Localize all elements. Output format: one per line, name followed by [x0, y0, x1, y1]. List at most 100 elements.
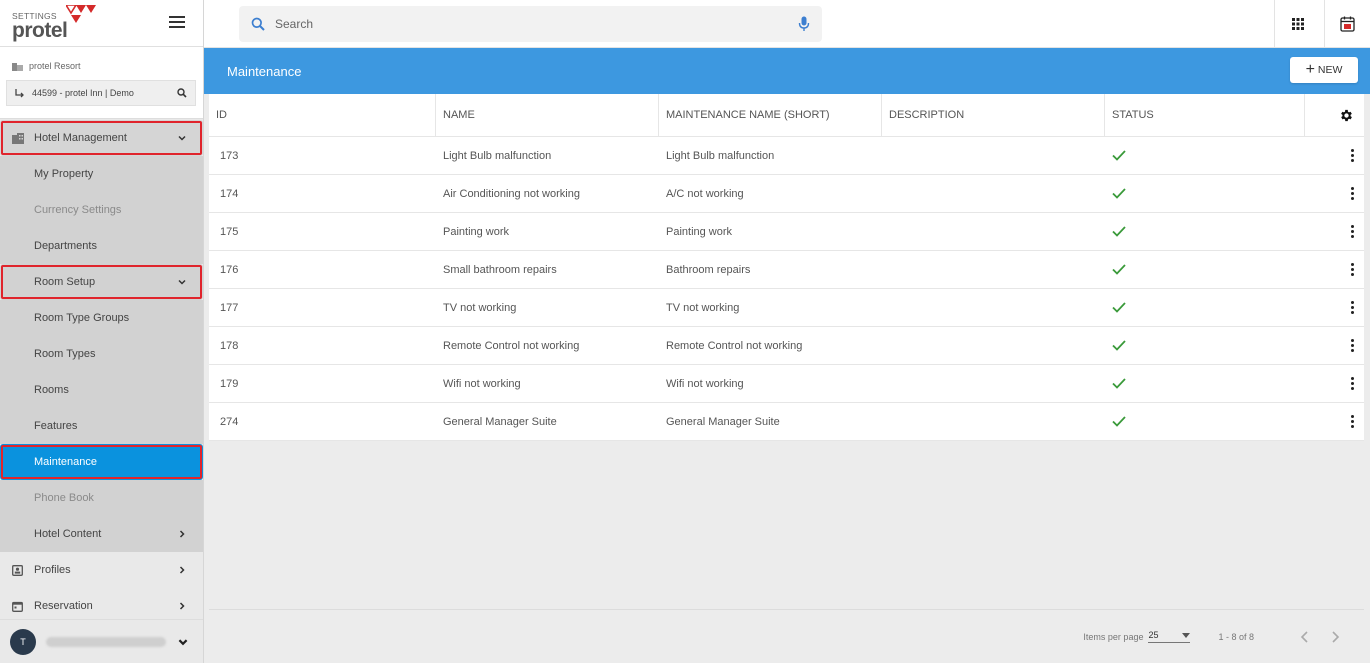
sidebar-item-label: Departments	[34, 240, 97, 252]
apps-grid-icon[interactable]	[1274, 0, 1320, 48]
pagination-bar: Items per page 25 1 - 8 of 8	[209, 609, 1364, 663]
cell-status	[1105, 365, 1305, 402]
more-vert-icon[interactable]	[1350, 224, 1354, 239]
table-row[interactable]: 179 Wifi not working Wifi not working	[209, 365, 1364, 403]
cell-short-name: Bathroom repairs	[666, 263, 751, 276]
cell-id: 179	[220, 377, 239, 390]
column-header-description[interactable]: DESCRIPTION	[882, 94, 1105, 136]
maintenance-table: ID NAME MAINTENANCE NAME (SHORT) DESCRIP…	[209, 94, 1364, 441]
column-header-status[interactable]: STATUS	[1105, 94, 1305, 136]
column-header-id[interactable]: ID	[209, 94, 436, 136]
sidebar-item-label: Room Setup	[34, 276, 96, 288]
next-page-button[interactable]	[1326, 628, 1344, 646]
previous-page-button[interactable]	[1296, 628, 1314, 646]
items-per-page: Items per page 25	[1083, 630, 1191, 643]
chevron-right-icon	[179, 566, 185, 574]
table-row[interactable]: 175 Painting work Painting work	[209, 213, 1364, 251]
top-bar	[204, 0, 1370, 48]
cell-description	[882, 175, 1105, 212]
sidebar-item-hotel-management[interactable]: Hotel Management	[0, 120, 203, 156]
cell-short-name: TV not working	[666, 301, 740, 314]
table-row[interactable]: 274 General Manager Suite General Manager …	[209, 403, 1364, 441]
property-picker[interactable]: 44599 - protel Inn | Demo	[6, 80, 196, 106]
items-per-page-select[interactable]: 25	[1148, 630, 1191, 643]
cell-description	[882, 403, 1105, 440]
cell-description	[882, 137, 1105, 174]
user-menu[interactable]: T	[0, 619, 203, 663]
calendar-icon[interactable]	[1324, 0, 1370, 48]
pagination-range: 1 - 8 of 8	[1218, 631, 1254, 642]
cell-id: 177	[220, 301, 239, 314]
more-vert-icon[interactable]	[1350, 338, 1354, 353]
checkmark-icon	[1112, 416, 1126, 427]
resort-name: protel Resort	[29, 61, 81, 71]
cell-name: Remote Control not working	[443, 339, 580, 352]
row-actions	[1305, 137, 1364, 174]
checkmark-icon	[1112, 226, 1126, 237]
sidebar-item-label: Hotel Management	[34, 132, 127, 144]
search-input[interactable]	[275, 17, 798, 31]
sidebar-item-rooms[interactable]: Rooms	[0, 372, 203, 408]
table-row[interactable]: 174 Air Conditioning not working A/C not w…	[209, 175, 1364, 213]
cell-short-name: General Manager Suite	[666, 415, 780, 428]
logo: SETTINGS protel	[0, 0, 203, 47]
chevron-down-icon	[178, 279, 186, 285]
sidebar-item-phone-book[interactable]: Phone Book	[0, 480, 203, 516]
page-title: Maintenance	[227, 64, 302, 79]
table-row[interactable]: 176 Small bathroom repairs Bathroom repair…	[209, 251, 1364, 289]
checkmark-icon	[1112, 302, 1126, 313]
more-vert-icon[interactable]	[1350, 186, 1354, 201]
more-vert-icon[interactable]	[1350, 300, 1354, 315]
chevron-left-icon	[1300, 630, 1308, 643]
sidebar-item-label: Rooms	[34, 384, 69, 396]
building-icon	[12, 62, 23, 71]
menu-toggle-icon[interactable]	[169, 16, 185, 30]
column-settings-icon[interactable]	[1305, 94, 1364, 136]
cell-status	[1105, 289, 1305, 326]
row-actions	[1305, 251, 1364, 288]
more-vert-icon[interactable]	[1350, 414, 1354, 429]
content-area: ID NAME MAINTENANCE NAME (SHORT) DESCRIP…	[204, 94, 1370, 663]
sidebar-item-label: Room Types	[34, 348, 96, 360]
search-bar[interactable]	[239, 6, 822, 42]
sidebar-item-room-setup[interactable]: Room Setup	[0, 264, 203, 300]
cell-status	[1105, 251, 1305, 288]
cell-id: 175	[220, 225, 239, 238]
sidebar-item-departments[interactable]: Departments	[0, 228, 203, 264]
sidebar-item-room-types[interactable]: Room Types	[0, 336, 203, 372]
sidebar-item-room-type-groups[interactable]: Room Type Groups	[0, 300, 203, 336]
sidebar-item-label: Phone Book	[34, 492, 94, 504]
sidebar-item-hotel-content[interactable]: Hotel Content	[0, 516, 203, 552]
items-per-page-label: Items per page	[1083, 631, 1144, 642]
table-row[interactable]: 178 Remote Control not working Remote Cont…	[209, 327, 1364, 365]
calendar-icon	[12, 601, 26, 612]
search-icon[interactable]	[177, 88, 187, 98]
sidebar-item-my-property[interactable]: My Property	[0, 156, 203, 192]
sidebar-item-currency-settings[interactable]: Currency Settings	[0, 192, 203, 228]
more-vert-icon[interactable]	[1350, 376, 1354, 391]
new-button-label: NEW	[1317, 64, 1343, 76]
table-row[interactable]: 177 TV not working TV not working	[209, 289, 1364, 327]
sidebar-item-label: Room Type Groups	[34, 312, 130, 324]
cell-description	[882, 251, 1105, 288]
table-row[interactable]: 173 Light Bulb malfunction Light Bulb malf…	[209, 137, 1364, 175]
column-header-short-name[interactable]: MAINTENANCE NAME (SHORT)	[659, 94, 882, 136]
sidebar-item-label: Profiles	[34, 564, 71, 576]
chevron-right-icon	[1332, 630, 1340, 643]
avatar: T	[10, 628, 36, 655]
sidebar-item-label: Reservation	[34, 600, 93, 612]
resort-row: protel Resort	[12, 61, 203, 71]
sidebar-item-label: Currency Settings	[34, 204, 122, 216]
more-vert-icon[interactable]	[1350, 148, 1354, 163]
sidebar-item-maintenance[interactable]: Maintenance	[0, 444, 203, 480]
sidebar: SETTINGS protel protel Resort 44599 - pr…	[0, 0, 204, 663]
sidebar-item-features[interactable]: Features	[0, 408, 203, 444]
more-vert-icon[interactable]	[1350, 262, 1354, 277]
row-actions	[1305, 403, 1364, 440]
column-header-name[interactable]: NAME	[436, 94, 659, 136]
new-button[interactable]: + NEW	[1290, 57, 1358, 83]
microphone-icon[interactable]	[798, 16, 810, 32]
sidebar-item-label: Features	[34, 420, 78, 432]
sidebar-item-profiles[interactable]: Profiles	[0, 552, 203, 588]
cell-short-name: A/C not working	[666, 187, 744, 200]
